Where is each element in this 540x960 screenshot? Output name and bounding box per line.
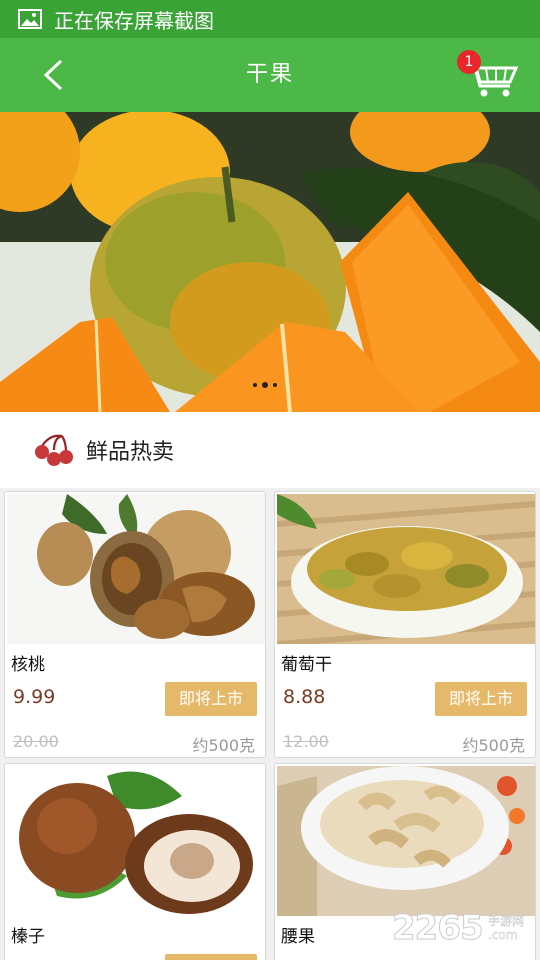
product-original-price: 12.00 xyxy=(283,732,329,751)
status-bar: 正在保存屏幕截图 xyxy=(0,0,540,38)
product-name: 葡萄干 xyxy=(281,655,332,675)
carousel-dot-active[interactable] xyxy=(262,382,268,388)
watermark-number: 2265 xyxy=(392,908,485,949)
section-title: 鲜品热卖 xyxy=(86,440,175,465)
coming-soon-button[interactable] xyxy=(165,954,257,960)
product-weight: 约500克 xyxy=(462,736,525,755)
product-name: 核桃 xyxy=(11,655,45,675)
banner-carousel[interactable] xyxy=(0,112,540,412)
product-weight: 约500克 xyxy=(192,736,255,755)
product-image-raisin xyxy=(277,494,535,644)
watermark-text: 手游网 xyxy=(488,914,525,928)
carousel-dot[interactable] xyxy=(273,383,277,387)
app-bar: 干果 1 xyxy=(0,38,540,112)
product-card-walnut[interactable]: 核桃 9.99 即将上市 20.00 约500克 xyxy=(4,491,266,758)
page-title: 干果 xyxy=(245,62,294,87)
product-price: 8.88 xyxy=(283,686,326,708)
product-name: 腰果 xyxy=(281,927,315,947)
product-card-hazelnut[interactable]: 榛子 xyxy=(4,763,266,960)
chevron-left-icon xyxy=(43,59,63,91)
cart-count-badge: 1 xyxy=(457,50,481,74)
coming-soon-button[interactable]: 即将上市 xyxy=(435,682,527,716)
watermark-suffix: .com xyxy=(488,928,518,942)
product-original-price: 20.00 xyxy=(13,732,59,751)
cart-button[interactable]: 1 xyxy=(457,50,522,100)
carousel-dot[interactable] xyxy=(253,383,257,387)
banner-image xyxy=(0,112,540,412)
back-button[interactable] xyxy=(30,52,76,98)
image-icon xyxy=(18,9,42,29)
site-watermark: 2265 手游网 .com xyxy=(392,906,538,952)
product-name: 榛子 xyxy=(11,927,45,947)
section-header: 鲜品热卖 xyxy=(0,412,540,488)
product-price: 9.99 xyxy=(13,686,56,708)
coming-soon-button[interactable]: 即将上市 xyxy=(165,682,257,716)
status-text: 正在保存屏幕截图 xyxy=(54,8,214,33)
product-image-hazelnut xyxy=(7,766,265,916)
cherry-icon xyxy=(35,434,73,466)
product-image-walnut xyxy=(7,494,265,644)
product-image-cashew xyxy=(277,766,535,916)
carousel-indicator xyxy=(253,382,277,388)
product-card-raisin[interactable]: 葡萄干 8.88 即将上市 12.00 约500克 xyxy=(274,491,536,758)
